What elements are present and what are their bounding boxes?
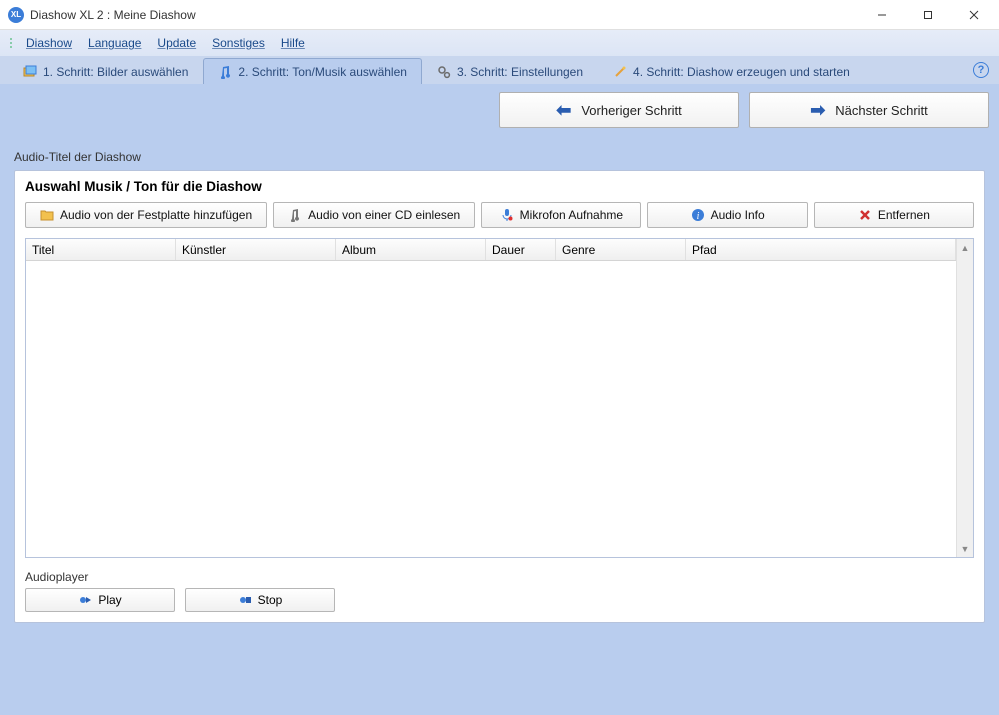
step-tabs: 1. Schritt: Bilder auswählen 2. Schritt:…: [0, 56, 999, 84]
prev-step-button[interactable]: ⬅ Vorheriger Schritt: [499, 92, 739, 128]
audio-info-label: Audio Info: [711, 208, 765, 222]
help-button[interactable]: ?: [973, 62, 989, 78]
next-step-label: Nächster Schritt: [835, 103, 927, 118]
col-dauer[interactable]: Dauer: [486, 239, 556, 260]
step-tab-2[interactable]: 2. Schritt: Ton/Musik auswählen: [203, 58, 422, 84]
step-tab-4-label: 4. Schritt: Diashow erzeugen und starten: [633, 65, 850, 79]
audio-panel: Auswahl Musik / Ton für die Diashow Audi…: [14, 170, 985, 623]
col-kuenstler[interactable]: Künstler: [176, 239, 336, 260]
menu-language[interactable]: Language: [82, 34, 147, 52]
arrow-left-icon: ⬅: [556, 100, 571, 121]
titlebar: XL Diashow XL 2 : Meine Diashow: [0, 0, 999, 30]
menu-sonstiges[interactable]: Sonstiges: [206, 34, 271, 52]
menu-hilfe[interactable]: Hilfe: [275, 34, 311, 52]
microphone-icon: [500, 208, 514, 222]
add-from-cd-button[interactable]: Audio von einer CD einlesen: [273, 202, 475, 228]
music-note-icon: [218, 65, 232, 79]
add-from-cd-label: Audio von einer CD einlesen: [308, 208, 460, 222]
svg-text:i: i: [696, 211, 699, 222]
col-album[interactable]: Album: [336, 239, 486, 260]
menu-update[interactable]: Update: [151, 34, 202, 52]
add-from-disk-button[interactable]: Audio von der Festplatte hinzufügen: [25, 202, 267, 228]
step-tab-1[interactable]: 1. Schritt: Bilder auswählen: [8, 58, 203, 84]
gears-icon: [437, 65, 451, 79]
col-pfad[interactable]: Pfad: [686, 239, 956, 260]
col-genre[interactable]: Genre: [556, 239, 686, 260]
images-icon: [23, 65, 37, 79]
play-label: Play: [98, 593, 121, 607]
scrollbar[interactable]: ▲ ▼: [956, 239, 973, 557]
remove-x-icon: [858, 208, 872, 222]
content-area: Audio-Titel der Diashow Auswahl Musik / …: [0, 136, 999, 715]
menu-grip: [10, 38, 12, 48]
microphone-record-label: Mikrofon Aufnahme: [520, 208, 623, 222]
audio-info-button[interactable]: i Audio Info: [647, 202, 807, 228]
scroll-down-icon[interactable]: ▼: [957, 540, 973, 557]
nav-row: ⬅ Vorheriger Schritt ➡ Nächster Schritt: [0, 84, 999, 136]
wand-icon: [613, 65, 627, 79]
app-icon: XL: [8, 7, 24, 23]
menu-diashow[interactable]: Diashow: [20, 34, 78, 52]
play-button[interactable]: Play: [25, 588, 175, 612]
col-titel[interactable]: Titel: [26, 239, 176, 260]
scroll-up-icon[interactable]: ▲: [957, 239, 973, 256]
minimize-button[interactable]: [859, 0, 905, 30]
panel-heading: Auswahl Musik / Ton für die Diashow: [25, 179, 974, 194]
microphone-record-button[interactable]: Mikrofon Aufnahme: [481, 202, 641, 228]
play-icon: [78, 593, 92, 607]
info-icon: i: [691, 208, 705, 222]
close-button[interactable]: [951, 0, 997, 30]
maximize-button[interactable]: [905, 0, 951, 30]
next-step-button[interactable]: ➡ Nächster Schritt: [749, 92, 989, 128]
window-title: Diashow XL 2 : Meine Diashow: [30, 8, 859, 22]
stop-button[interactable]: Stop: [185, 588, 335, 612]
table-header: Titel Künstler Album Dauer Genre Pfad: [26, 239, 956, 261]
step-tab-2-label: 2. Schritt: Ton/Musik auswählen: [238, 65, 407, 79]
menubar: Diashow Language Update Sonstiges Hilfe: [0, 30, 999, 56]
stop-label: Stop: [258, 593, 283, 607]
audio-toolbar: Audio von der Festplatte hinzufügen Audi…: [25, 202, 974, 228]
music-note-icon: [288, 208, 302, 222]
step-tab-1-label: 1. Schritt: Bilder auswählen: [43, 65, 188, 79]
step-tab-3[interactable]: 3. Schritt: Einstellungen: [422, 58, 598, 84]
step-tab-4[interactable]: 4. Schritt: Diashow erzeugen und starten: [598, 58, 865, 84]
step-tab-3-label: 3. Schritt: Einstellungen: [457, 65, 583, 79]
prev-step-label: Vorheriger Schritt: [581, 103, 681, 118]
scroll-track[interactable]: [957, 256, 973, 540]
folder-icon: [40, 208, 54, 222]
remove-button[interactable]: Entfernen: [814, 202, 974, 228]
audio-table: Titel Künstler Album Dauer Genre Pfad ▲ …: [25, 238, 974, 558]
arrow-right-icon: ➡: [810, 100, 825, 121]
remove-label: Entfernen: [878, 208, 930, 222]
audioplayer-controls: Play Stop: [25, 588, 974, 612]
audioplayer-label: Audioplayer: [25, 570, 974, 584]
table-body[interactable]: [26, 261, 956, 557]
section-label: Audio-Titel der Diashow: [14, 150, 985, 164]
add-from-disk-label: Audio von der Festplatte hinzufügen: [60, 208, 252, 222]
stop-icon: [238, 593, 252, 607]
